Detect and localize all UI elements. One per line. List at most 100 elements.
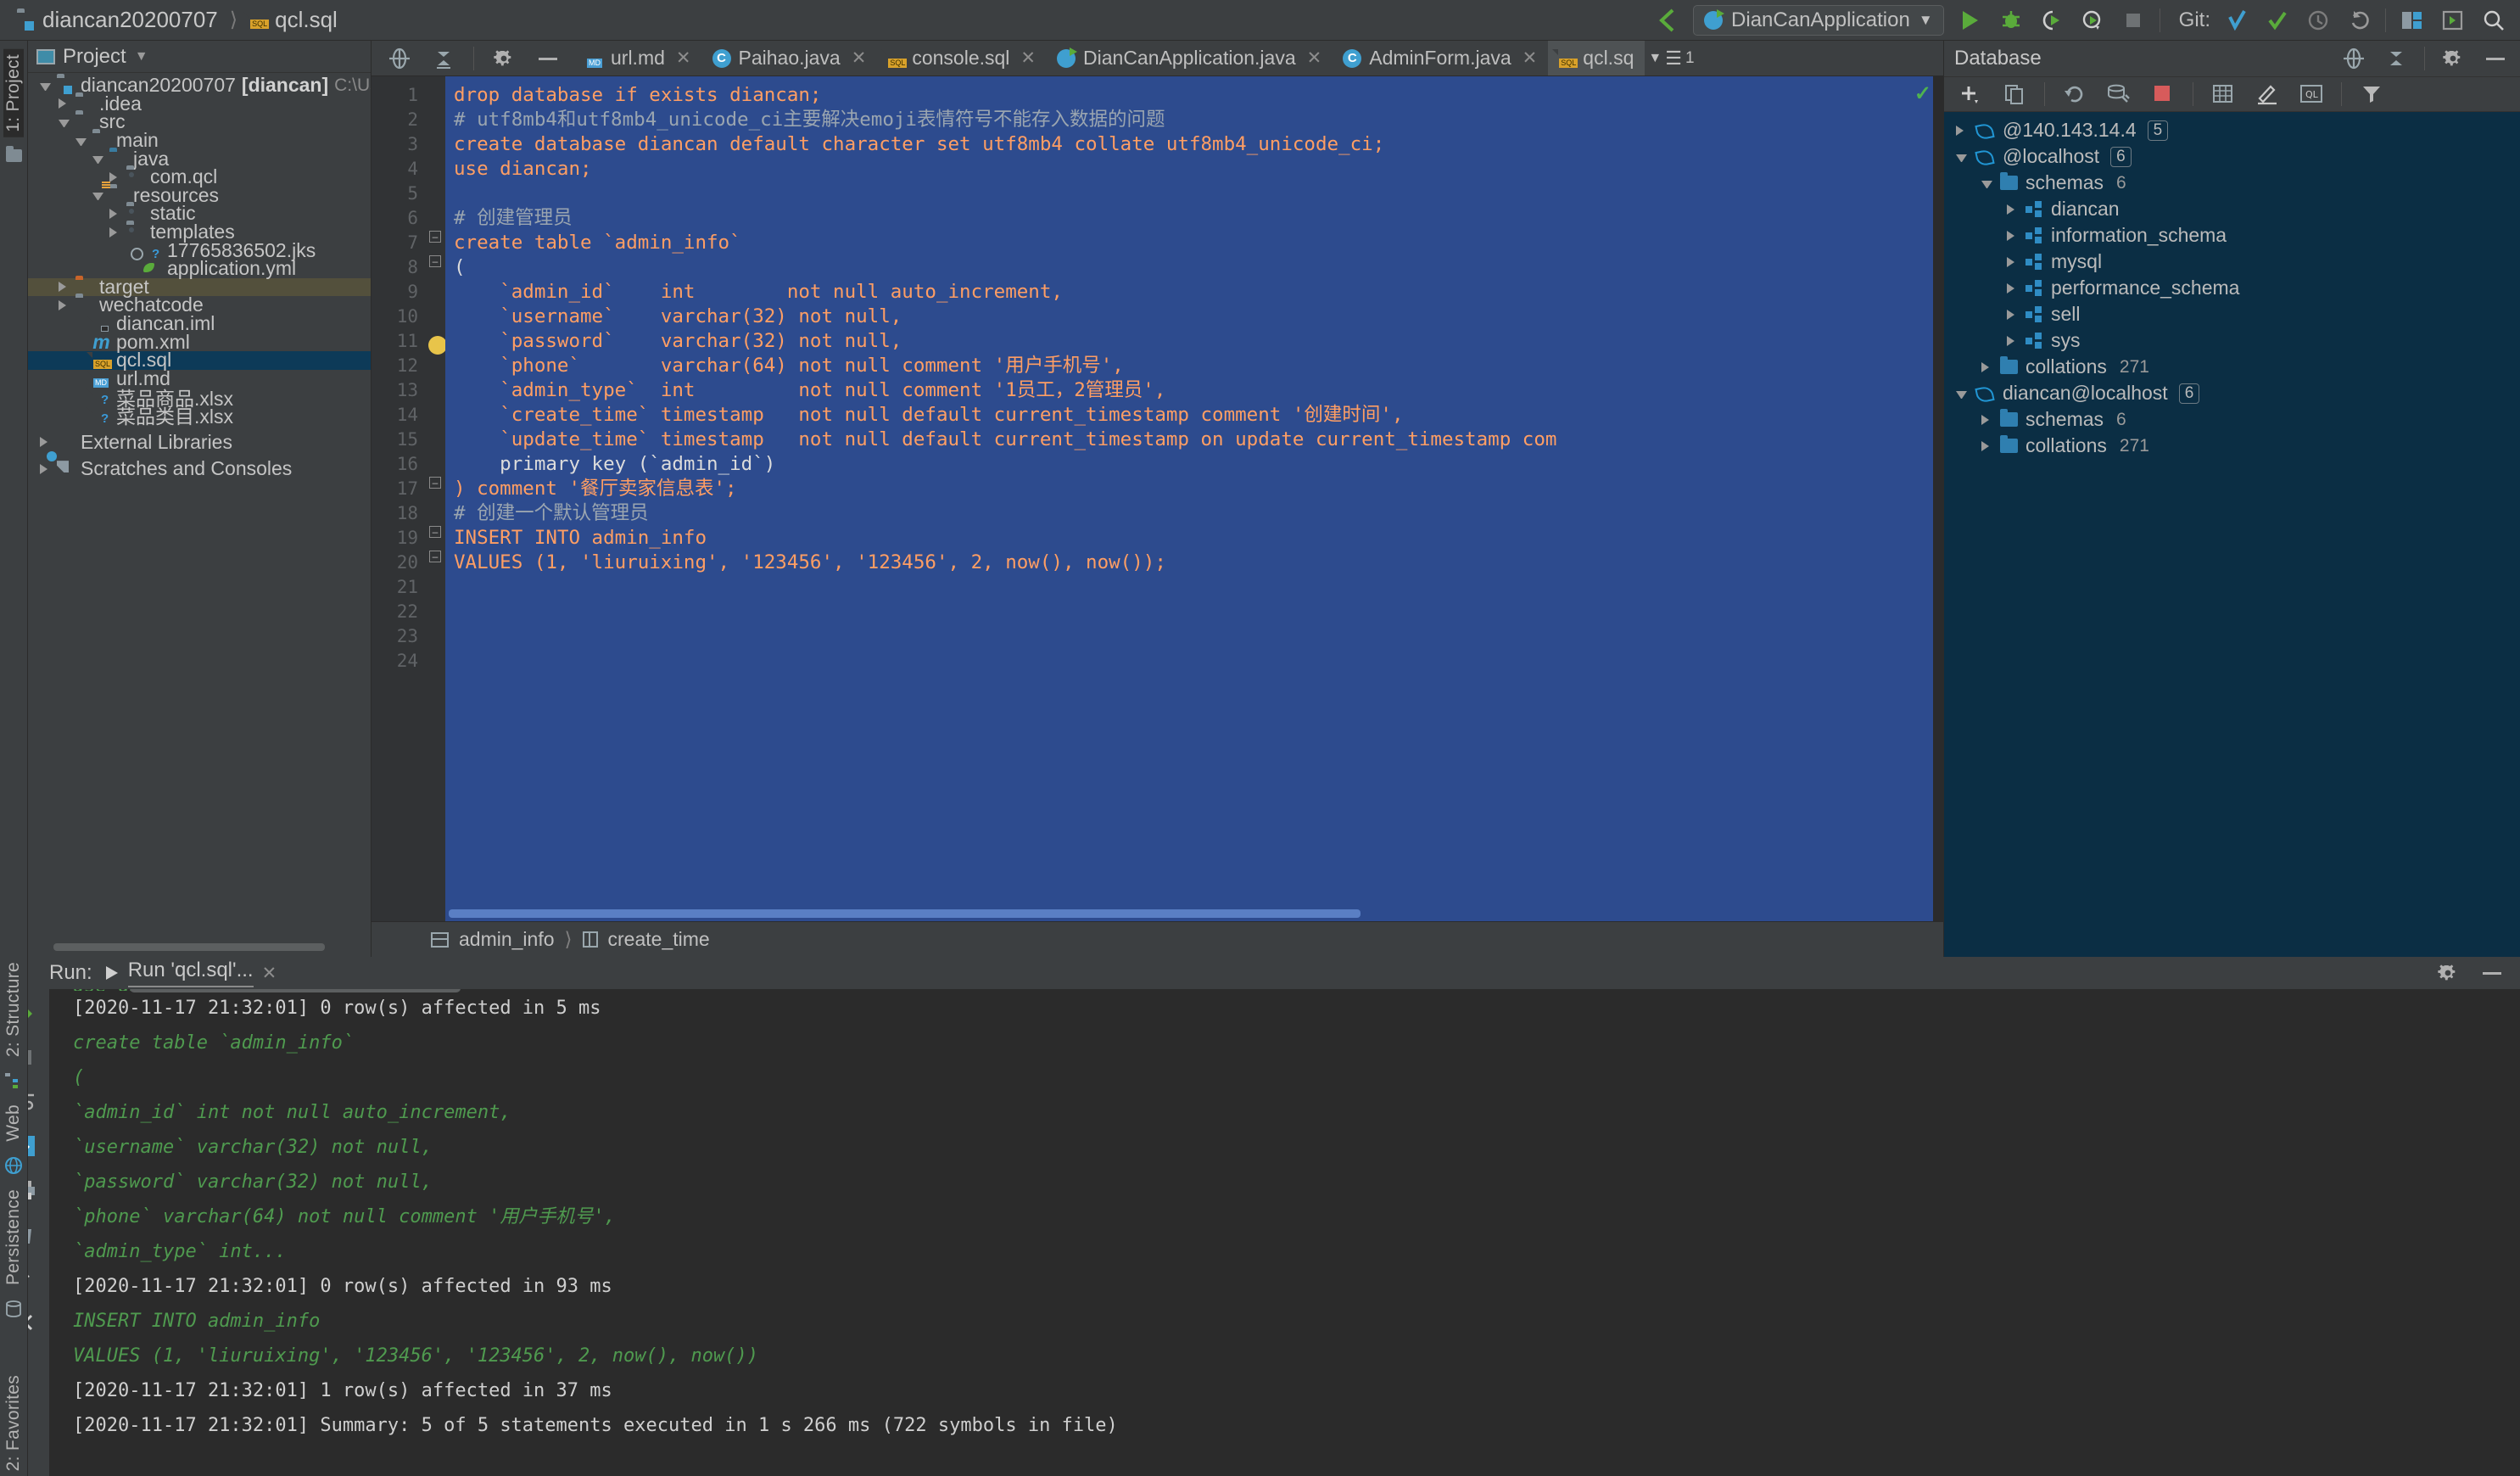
chevron-right-icon[interactable]: [109, 226, 120, 238]
breadcrumb-project[interactable]: diancan20200707: [17, 7, 218, 33]
tab-url-md[interactable]: MD url.md ✕: [576, 41, 702, 75]
tree-row-scratches-and-consoles[interactable]: Scratches and Consoles: [28, 457, 371, 479]
locate-icon[interactable]: [385, 44, 414, 73]
db-row-information-schema[interactable]: information_schema: [1944, 222, 2520, 249]
chevron-down-icon[interactable]: [40, 82, 51, 91]
breadcrumb-table[interactable]: admin_info: [459, 928, 555, 951]
chevron-down-icon[interactable]: [75, 137, 87, 146]
tree-row-caipin-leimu-xlsx[interactable]: ? 菜品类目.xlsx: [28, 405, 371, 428]
git-update-icon[interactable]: [2222, 6, 2251, 35]
chevron-down-icon[interactable]: [59, 119, 70, 127]
sidebar-item-project[interactable]: 1: Project: [3, 49, 24, 137]
tree-row-qcl-sql[interactable]: SQL qcl.sql: [28, 349, 371, 371]
chevron-right-icon[interactable]: [1956, 125, 1967, 136]
copy-icon[interactable]: [2000, 80, 2029, 109]
chevron-right-icon[interactable]: [1981, 440, 1992, 451]
chevron-right-icon[interactable]: [2007, 204, 2018, 215]
fold-marker[interactable]: –: [429, 477, 441, 489]
hide-icon[interactable]: [2478, 959, 2506, 987]
add-datasource-icon[interactable]: [1956, 80, 1985, 109]
tree-row-pom-xml[interactable]: m pom.xml: [28, 331, 371, 353]
fold-marker[interactable]: –: [429, 255, 441, 267]
chevron-right-icon[interactable]: [2007, 230, 2018, 241]
tab-paihao-java[interactable]: C Paihao.java ✕: [702, 41, 878, 75]
chevron-right-icon[interactable]: [1981, 361, 1992, 372]
database-small-icon[interactable]: [3, 1298, 25, 1320]
breadcrumb-column[interactable]: create_time: [608, 928, 710, 951]
run-anything-icon[interactable]: [2439, 6, 2467, 35]
back-arrow-icon[interactable]: [1652, 6, 1681, 35]
hide-icon[interactable]: [2481, 44, 2510, 73]
collapse-all-icon[interactable]: [429, 44, 458, 73]
refresh-icon[interactable]: [2060, 80, 2089, 109]
chevron-right-icon[interactable]: [1981, 414, 1992, 425]
gear-icon[interactable]: [2439, 44, 2467, 73]
db-row-140-143-14-4[interactable]: @140.143.14.4 5: [1944, 117, 2520, 143]
collapse-all-icon[interactable]: [2382, 44, 2411, 73]
intention-bulb-icon[interactable]: [428, 336, 447, 355]
chevron-right-icon[interactable]: [2007, 309, 2018, 320]
editor-horizontal-scrollbar[interactable]: [445, 909, 1943, 921]
sidebar-item-web[interactable]: Web: [3, 1099, 24, 1147]
chevron-down-icon[interactable]: [1956, 390, 1967, 399]
table-data-icon[interactable]: [2209, 80, 2238, 109]
project-structure-icon[interactable]: [2398, 6, 2427, 35]
sidebar-item-persistence[interactable]: Persistence: [3, 1184, 24, 1290]
edit-icon[interactable]: [2253, 80, 2282, 109]
tab-overflow-button[interactable]: ▼ ☰ 1: [1645, 41, 1705, 75]
chevron-right-icon[interactable]: [59, 299, 70, 310]
tree-row-main[interactable]: main: [28, 129, 371, 151]
close-icon[interactable]: ✕: [676, 48, 691, 69]
project-tree-horizontal-scrollbar[interactable]: [53, 943, 364, 953]
code-folding-gutter[interactable]: – – – – –: [427, 76, 447, 921]
structure-icon[interactable]: [3, 1070, 25, 1092]
chevron-down-icon[interactable]: [92, 193, 103, 201]
folder-icon[interactable]: [3, 145, 25, 167]
code-text[interactable]: drop database if exists diancan; # utf8m…: [445, 76, 1943, 649]
gear-icon[interactable]: [489, 44, 518, 73]
fold-marker[interactable]: –: [429, 551, 441, 562]
stop-icon[interactable]: [2119, 6, 2148, 35]
chevron-down-icon[interactable]: [1956, 154, 1967, 162]
project-tree[interactable]: diancan20200707 [diancan] C:\Users\Admin…: [28, 73, 371, 943]
tree-row-resources[interactable]: resources: [28, 181, 371, 206]
chevron-down-icon[interactable]: [1981, 180, 1992, 188]
run-configuration-selector[interactable]: DianCanApplication ▼: [1693, 4, 1944, 36]
tab-diancanapplication-java[interactable]: DianCanApplication.java ✕: [1047, 41, 1333, 75]
tab-console-sql[interactable]: SQL console.sql ✕: [877, 41, 1047, 75]
chevron-right-icon[interactable]: [109, 208, 120, 219]
database-tree[interactable]: @140.143.14.4 5 @localhost 6 schemas 6 d…: [1944, 112, 2520, 957]
debug-icon[interactable]: [1997, 6, 2025, 35]
chevron-right-icon[interactable]: [59, 282, 70, 293]
profile-icon[interactable]: [2078, 6, 2107, 35]
code-area[interactable]: drop database if exists diancan; # utf8m…: [445, 76, 1943, 921]
tree-row-src[interactable]: src: [28, 110, 371, 132]
close-icon[interactable]: ✕: [1523, 48, 1538, 69]
db-row-collations[interactable]: collations 271: [1944, 354, 2520, 380]
db-row-mysql[interactable]: mysql: [1944, 249, 2520, 275]
db-row-diancan[interactable]: diancan: [1944, 196, 2520, 222]
git-rollback-icon[interactable]: [2344, 6, 2373, 35]
fold-marker[interactable]: –: [429, 231, 441, 243]
console-horizontal-scrollbar[interactable]: [130, 989, 461, 992]
close-icon[interactable]: ✕: [852, 48, 867, 69]
run-with-coverage-icon[interactable]: [2037, 6, 2066, 35]
tree-row-diancan-iml[interactable]: diancan.iml: [28, 312, 371, 334]
globe-icon[interactable]: [3, 1155, 25, 1177]
sidebar-item-favorites[interactable]: 2: Favorites: [3, 1370, 24, 1476]
git-history-icon[interactable]: [2304, 6, 2333, 35]
git-commit-icon[interactable]: [2263, 6, 2292, 35]
db-row-sys[interactable]: sys: [1944, 327, 2520, 354]
tree-row-external-libraries[interactable]: External Libraries: [28, 431, 371, 453]
fold-marker[interactable]: –: [429, 526, 441, 538]
console-output[interactable]: use diancan [2020-11-17 21:32:01] 0 row(…: [49, 989, 2520, 1476]
chevron-right-icon[interactable]: [2007, 256, 2018, 267]
chevron-down-icon[interactable]: [92, 156, 103, 165]
run-tab[interactable]: Run 'qcl.sql'... ✕: [104, 959, 277, 987]
search-everywhere-icon[interactable]: [2479, 6, 2508, 35]
sidebar-item-structure[interactable]: 2: Structure: [3, 957, 24, 1062]
db-row-localhost[interactable]: @localhost 6: [1944, 143, 2520, 170]
db-row-sell[interactable]: sell: [1944, 301, 2520, 327]
tab-qcl-sql[interactable]: SQL qcl.sq: [1548, 41, 1646, 75]
chevron-down-icon[interactable]: ▼: [135, 49, 148, 64]
